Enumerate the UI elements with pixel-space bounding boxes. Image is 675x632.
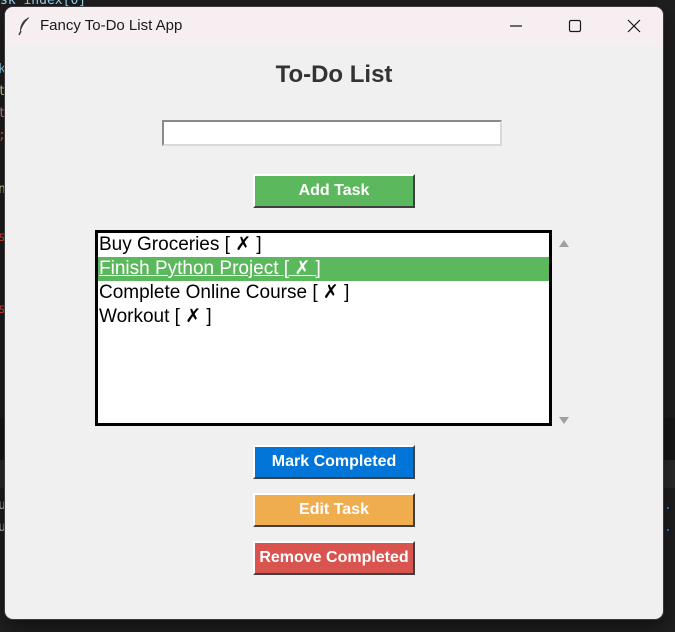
- window-title: Fancy To-Do List App: [40, 17, 183, 34]
- minimize-button[interactable]: [487, 7, 545, 45]
- task-list-item[interactable]: Workout [ ✗ ]: [98, 305, 549, 329]
- close-button[interactable]: [605, 7, 663, 45]
- add-task-button[interactable]: Add Task: [253, 174, 415, 208]
- app-content: To-Do List Add Task Buy Groceries [ ✗ ] …: [5, 45, 663, 619]
- task-listbox[interactable]: Buy Groceries [ ✗ ] Finish Python Projec…: [95, 230, 552, 426]
- arrow-down-icon[interactable]: [558, 412, 570, 424]
- maximize-button[interactable]: [546, 7, 604, 45]
- task-list-item[interactable]: Finish Python Project [ ✗ ]: [98, 257, 549, 281]
- feather-icon: [17, 16, 33, 36]
- task-list-item[interactable]: Buy Groceries [ ✗ ]: [98, 233, 549, 257]
- task-list-item[interactable]: Complete Online Course [ ✗ ]: [98, 281, 549, 305]
- title-bar[interactable]: Fancy To-Do List App: [5, 7, 663, 45]
- task-input[interactable]: [162, 120, 502, 146]
- background-code-fragment: .: [664, 498, 672, 513]
- app-window: Fancy To-Do List App To-Do List Add Task: [5, 7, 663, 619]
- background-code-fragment: .: [664, 520, 672, 535]
- remove-completed-button[interactable]: Remove Completed: [253, 541, 415, 575]
- page-title: To-Do List: [275, 61, 393, 88]
- edit-task-button[interactable]: Edit Task: [253, 493, 415, 527]
- arrow-up-icon[interactable]: [558, 236, 570, 247]
- mark-completed-button[interactable]: Mark Completed: [253, 445, 415, 479]
